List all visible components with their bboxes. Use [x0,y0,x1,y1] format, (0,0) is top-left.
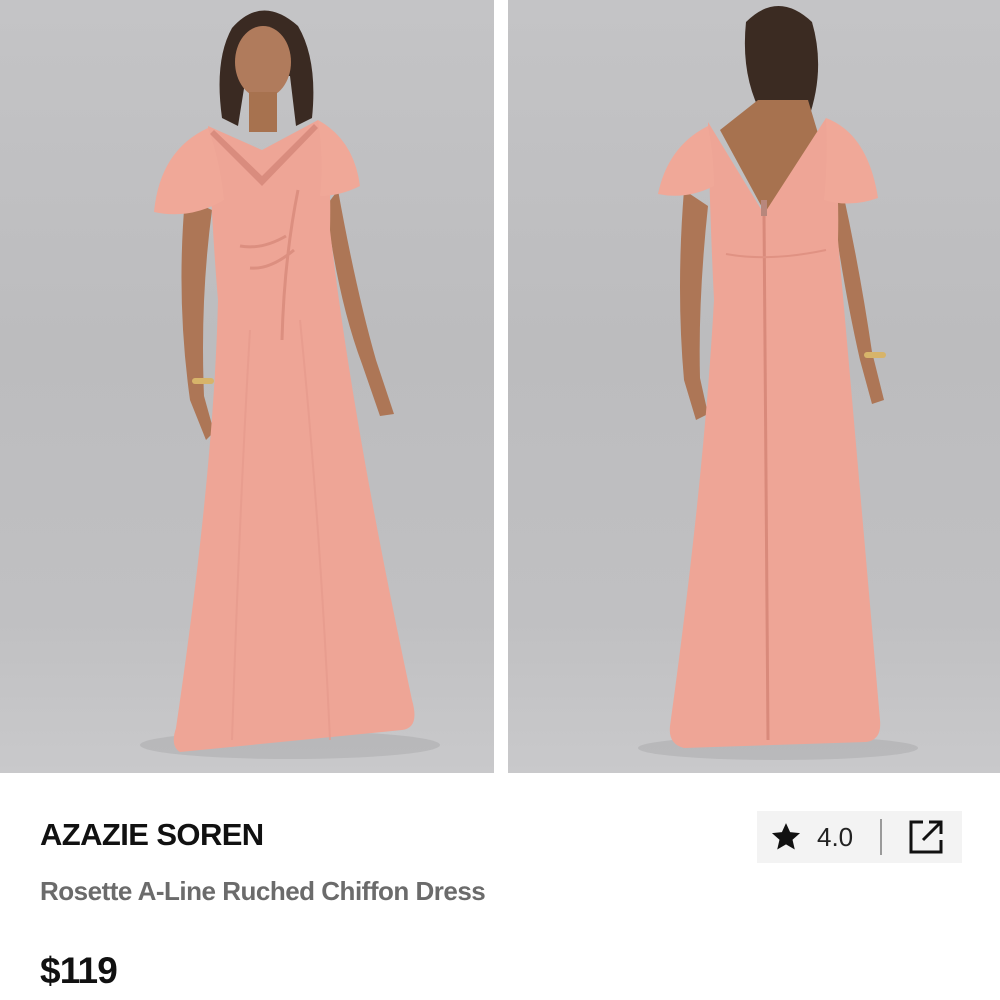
product-actions-bar: 4.0 [757,811,962,863]
product-image-back[interactable] [508,0,1000,773]
rating-value: 4.0 [817,821,854,852]
product-price: $119 [40,950,118,991]
share-button[interactable] [906,817,946,857]
actions-divider [880,819,883,855]
model-front-illustration [140,10,440,759]
product-image-gallery [0,0,1000,773]
product-name: Rosette A-Line Ruched Chiffon Dress [40,876,486,906]
star-icon [771,823,801,850]
model-back-illustration [638,6,918,760]
product-brand: AZAZIE SOREN [40,817,264,852]
product-image-front[interactable] [0,0,494,773]
rating-button[interactable]: 4.0 [757,811,853,863]
external-link-icon [909,820,943,854]
